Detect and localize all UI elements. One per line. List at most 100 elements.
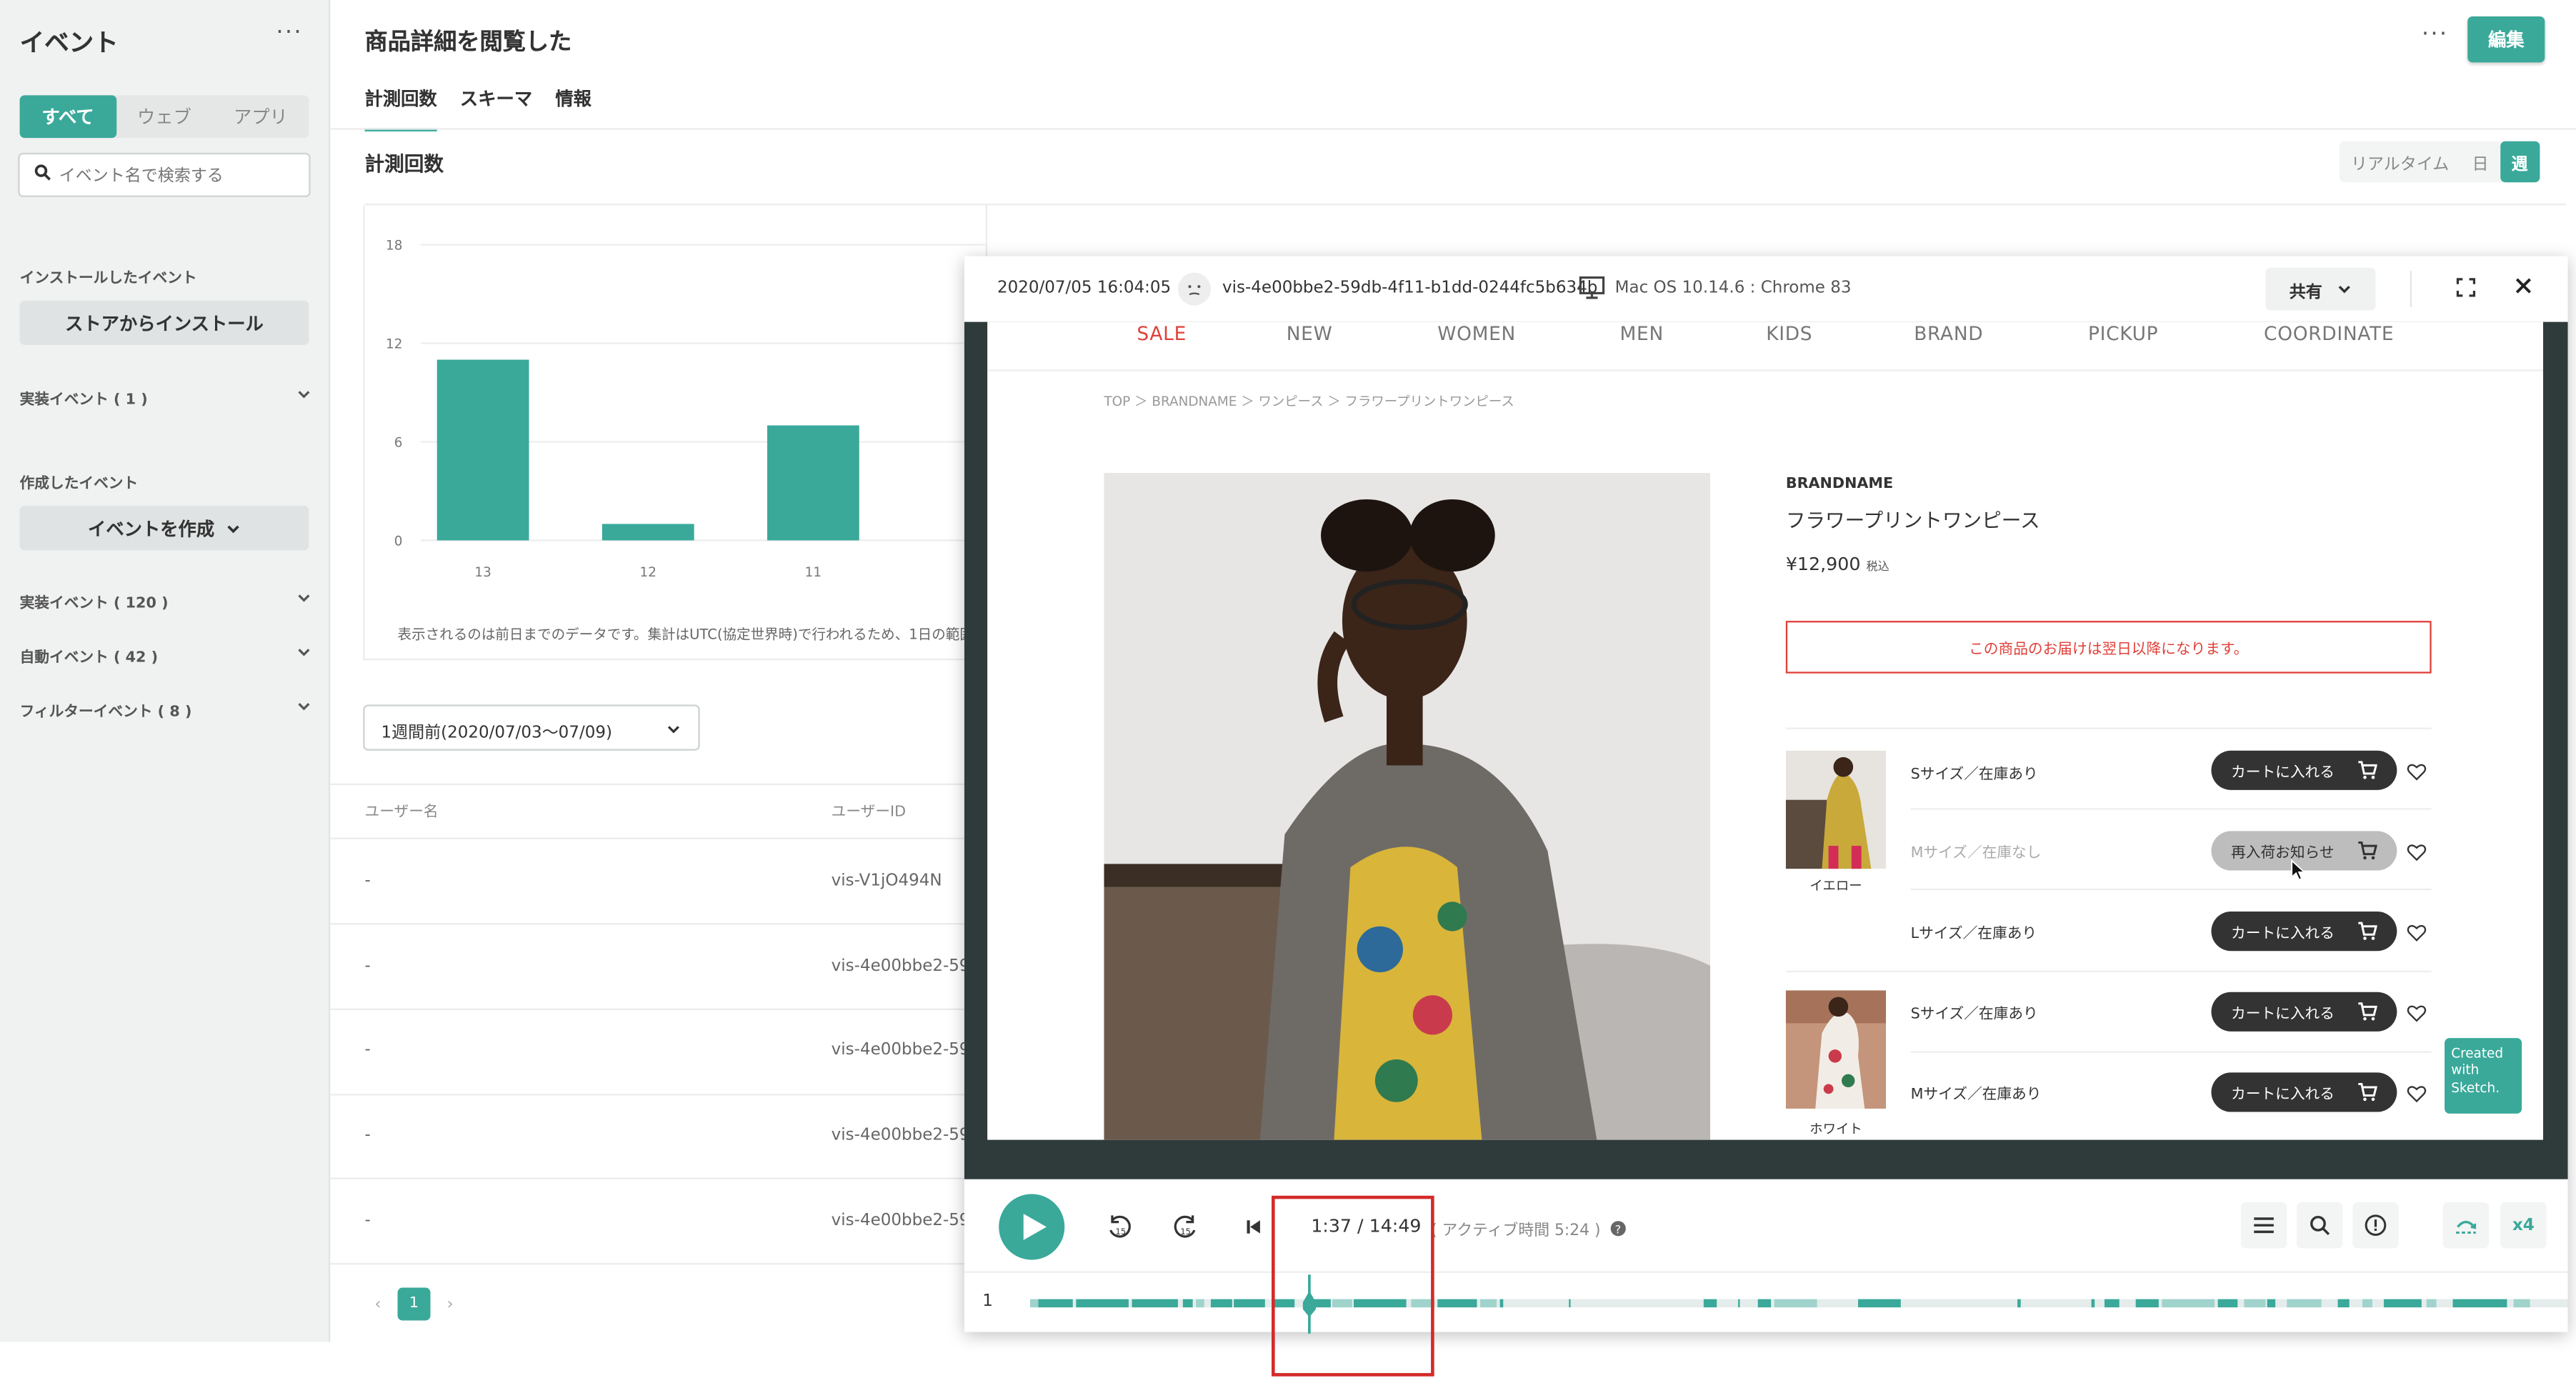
site-nav-women[interactable]: WOMEN [1437, 322, 1516, 345]
site-nav-new[interactable]: NEW [1287, 322, 1333, 345]
share-button[interactable]: 共有 [2265, 267, 2376, 311]
chart-bar[interactable] [601, 524, 694, 541]
timeline-activity-segment [2426, 1299, 2437, 1308]
week-select[interactable]: 1週間前(2020/07/03〜07/09) [363, 704, 700, 751]
close-icon[interactable] [2514, 276, 2534, 296]
active-time-label: ( アクティブ時間 5:24 ) [1431, 1222, 1601, 1240]
tab-info[interactable]: 情報 [555, 86, 591, 131]
site-nav-men[interactable]: MEN [1620, 322, 1664, 345]
x-tick-label: 12 [640, 565, 657, 580]
product-price: ¥12,900 税込 [1786, 554, 1889, 575]
filter-events-label: フィルターイベント ( 8 ) [19, 704, 192, 722]
size-label: Sサイズ／在庫あり [1910, 767, 2038, 784]
favorite-heart-icon[interactable] [2407, 762, 2427, 782]
info-button[interactable] [2352, 1202, 2399, 1249]
chart-bar[interactable] [436, 359, 529, 541]
variant-thumbnail-white[interactable] [1785, 990, 1887, 1109]
table-cell-userid[interactable]: vis-4e00bbe2-59d [832, 1127, 980, 1144]
timeline-activity-segment [2162, 1299, 2215, 1308]
timeline-activity-segment [2217, 1299, 2237, 1308]
user-face-icon [1177, 272, 1211, 306]
add-to-cart-button[interactable]: カートに入れる [2211, 750, 2397, 790]
timeline-activity-segment [1500, 1299, 1504, 1308]
favorite-heart-icon[interactable] [2407, 842, 2427, 862]
filter-events-toggle[interactable]: フィルターイベント ( 8 ) [20, 699, 312, 721]
table-cell-userid[interactable]: vis-4e00bbe2-59d [832, 1042, 980, 1059]
event-search-box [18, 152, 311, 197]
search-icon [2310, 1215, 2330, 1236]
favorite-heart-icon[interactable] [2407, 923, 2427, 943]
created-implemented-events-toggle[interactable]: 実装イベント ( 120 ) [20, 591, 312, 613]
tabs-divider [330, 128, 2576, 130]
detail-tabs: 計測回数 スキーマ 情報 [364, 86, 591, 131]
chevron-down-icon [298, 391, 310, 399]
site-nav-sale[interactable]: SALE [1137, 322, 1187, 345]
product-brand: BRANDNAME [1785, 476, 1894, 493]
add-to-cart-button[interactable]: カートに入れる [2211, 1072, 2397, 1112]
prev-page-button[interactable]: ‹ [374, 1295, 381, 1313]
installed-implemented-events-toggle[interactable]: 実装イベント ( 1 ) [20, 388, 312, 409]
delivery-notice: この商品のお届けは翌日以降になります。 [1785, 621, 2432, 674]
site-nav-coordinate[interactable]: COORDINATE [2264, 322, 2394, 345]
search-button[interactable] [2297, 1202, 2343, 1249]
install-from-store-button[interactable]: ストアからインストール [19, 300, 309, 345]
tab-schema[interactable]: スキーマ [460, 86, 532, 131]
page-1-button[interactable]: 1 [397, 1287, 431, 1321]
range-realtime-button[interactable]: リアルタイム [2340, 141, 2460, 182]
range-week-button[interactable]: 週 [2500, 141, 2540, 183]
forward-15-icon[interactable]: 15 [1173, 1214, 1199, 1240]
table-divider [330, 1094, 988, 1096]
playback-timeline[interactable]: 1 [964, 1271, 2568, 1334]
favorite-heart-icon[interactable] [2407, 1004, 2427, 1024]
tab-count[interactable]: 計測回数 [364, 86, 437, 131]
help-icon[interactable]: ? [1610, 1220, 1627, 1237]
rewind-15-icon[interactable]: 15 [1106, 1214, 1132, 1240]
timeline-activity-segment [1703, 1299, 1718, 1308]
event-search-input[interactable] [59, 161, 303, 191]
variant-color-white: ホワイト [1809, 1122, 1862, 1137]
variant-divider [1910, 808, 2432, 810]
create-event-button[interactable]: イベントを作成 [19, 506, 309, 551]
site-nav-kids[interactable]: KIDS [1766, 322, 1812, 345]
timeline-activity-segment [2362, 1299, 2373, 1308]
range-day-button[interactable]: 日 [2460, 141, 2500, 182]
visitor-id[interactable]: vis-4e00bbe2-59db-4f11-b1dd-0244fc5b634b [1222, 279, 1597, 297]
timeline-activity-segment [2267, 1299, 2276, 1308]
table-cell-username: - [364, 1212, 371, 1231]
favorite-heart-icon[interactable] [2407, 1084, 2427, 1104]
filter-web-tab[interactable]: ウェブ [116, 95, 213, 138]
app-stage: イベント ··· すべて ウェブ アプリ インストールしたイベント ストアからイ… [0, 0, 2576, 1378]
edit-button[interactable]: 編集 [2467, 16, 2545, 63]
skip-to-start-icon[interactable] [1240, 1214, 1267, 1240]
playback-speed-button[interactable]: x4 [2500, 1202, 2547, 1249]
fullscreen-icon[interactable] [2456, 278, 2476, 298]
restock-notify-label: 再入荷お知らせ [2231, 844, 2335, 862]
sidebar-more-icon[interactable]: ··· [276, 20, 303, 46]
filter-app-tab[interactable]: アプリ [212, 95, 309, 138]
header-more-icon[interactable]: ··· [2422, 21, 2449, 48]
add-to-cart-button[interactable]: カートに入れる [2211, 912, 2397, 952]
table-cell-userid[interactable]: vis-4e00bbe2-59d [832, 1212, 980, 1230]
site-nav-pickup[interactable]: PICKUP [2088, 322, 2158, 345]
timeline-track[interactable] [1029, 1299, 2568, 1308]
timeline-activity-segment [1857, 1299, 1901, 1308]
table-cell-userid[interactable]: vis-4e00bbe2-59d [832, 957, 980, 975]
header-separator [2410, 271, 2412, 307]
variant-thumbnail-yellow[interactable] [1785, 750, 1887, 869]
chevron-down-icon [667, 726, 679, 734]
filter-all-tab[interactable]: すべて [19, 95, 116, 139]
skip-inactive-button[interactable] [2442, 1202, 2490, 1249]
next-page-button[interactable]: › [447, 1295, 454, 1313]
week-select-value: 1週間前(2020/07/03〜07/09) [381, 724, 612, 743]
installed-events-label: インストールしたイベント [19, 271, 197, 288]
add-to-cart-button[interactable]: カートに入れる [2211, 992, 2397, 1032]
share-label: 共有 [2289, 283, 2322, 301]
site-nav-brand[interactable]: BRAND [1914, 322, 1983, 345]
event-type-filter: すべて ウェブ アプリ [19, 95, 309, 139]
play-button-icon[interactable] [999, 1194, 1065, 1260]
auto-events-toggle[interactable]: 自動イベント ( 42 ) [20, 646, 312, 666]
event-list-button[interactable] [2240, 1202, 2287, 1249]
chart-bar[interactable] [767, 425, 859, 541]
page-title: 商品詳細を閲覧した [364, 29, 572, 56]
table-cell-userid[interactable]: vis-V1jO494N [832, 872, 942, 890]
